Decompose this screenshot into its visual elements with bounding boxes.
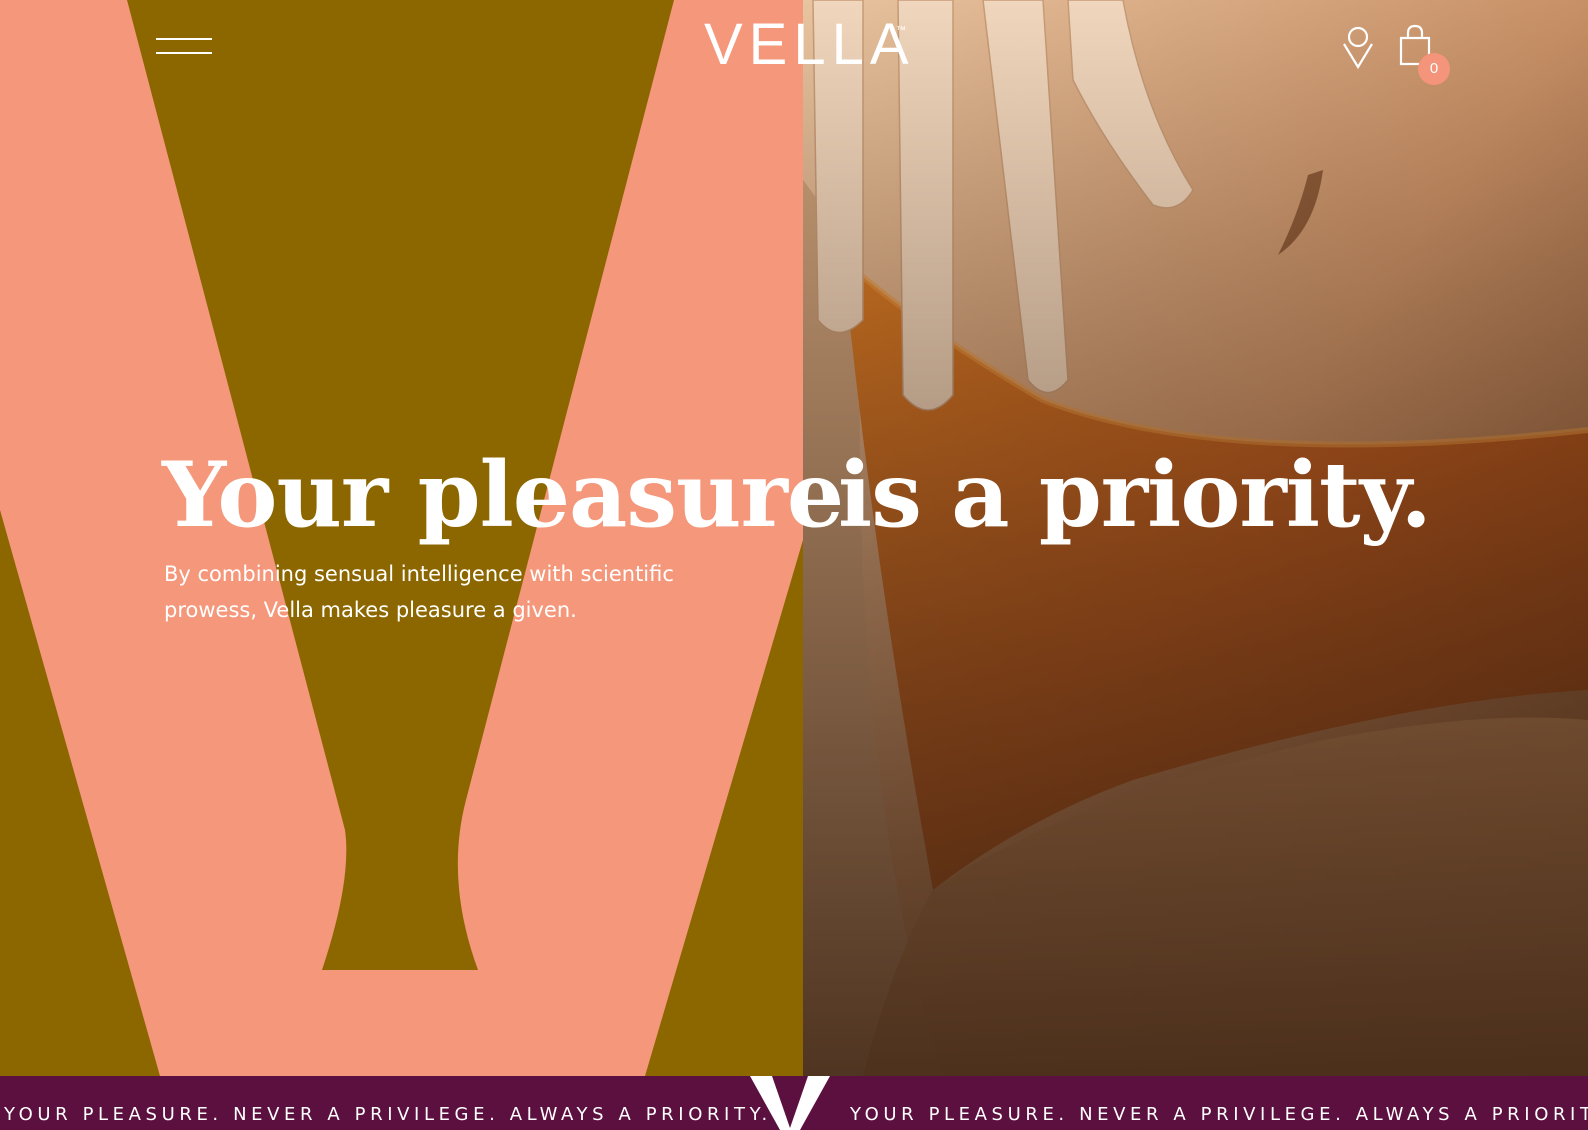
logo-text: VELLA	[704, 12, 915, 77]
map-pin-icon[interactable]	[1340, 24, 1376, 70]
v-logo-mark-icon	[750, 1076, 830, 1130]
vella-logo[interactable]: VELLA ™	[704, 14, 914, 76]
cart-count-badge: 0	[1418, 53, 1450, 85]
ticker-text: YOUR PLEASURE. NEVER A PRIVILEGE. ALWAYS…	[850, 1104, 1588, 1125]
menu-line-top	[156, 38, 212, 40]
logo-trademark: ™	[896, 25, 906, 36]
headline-left: Your pleasure	[162, 442, 844, 548]
ticker-text: YOUR PLEASURE. NEVER A PRIVILEGE. ALWAYS…	[4, 1104, 772, 1125]
menu-line-bottom	[156, 52, 212, 54]
cart-button[interactable]: 0	[1398, 24, 1450, 85]
hamburger-menu-icon[interactable]	[156, 36, 212, 58]
site-header: VELLA ™ 0	[0, 0, 1588, 100]
ticker-banner: YOUR PLEASURE. NEVER A PRIVILEGE. ALWAYS…	[0, 1076, 1588, 1130]
hero-subtext: By combining sensual intelligence with s…	[164, 562, 674, 622]
headline-right: is a priority.	[838, 442, 1432, 548]
